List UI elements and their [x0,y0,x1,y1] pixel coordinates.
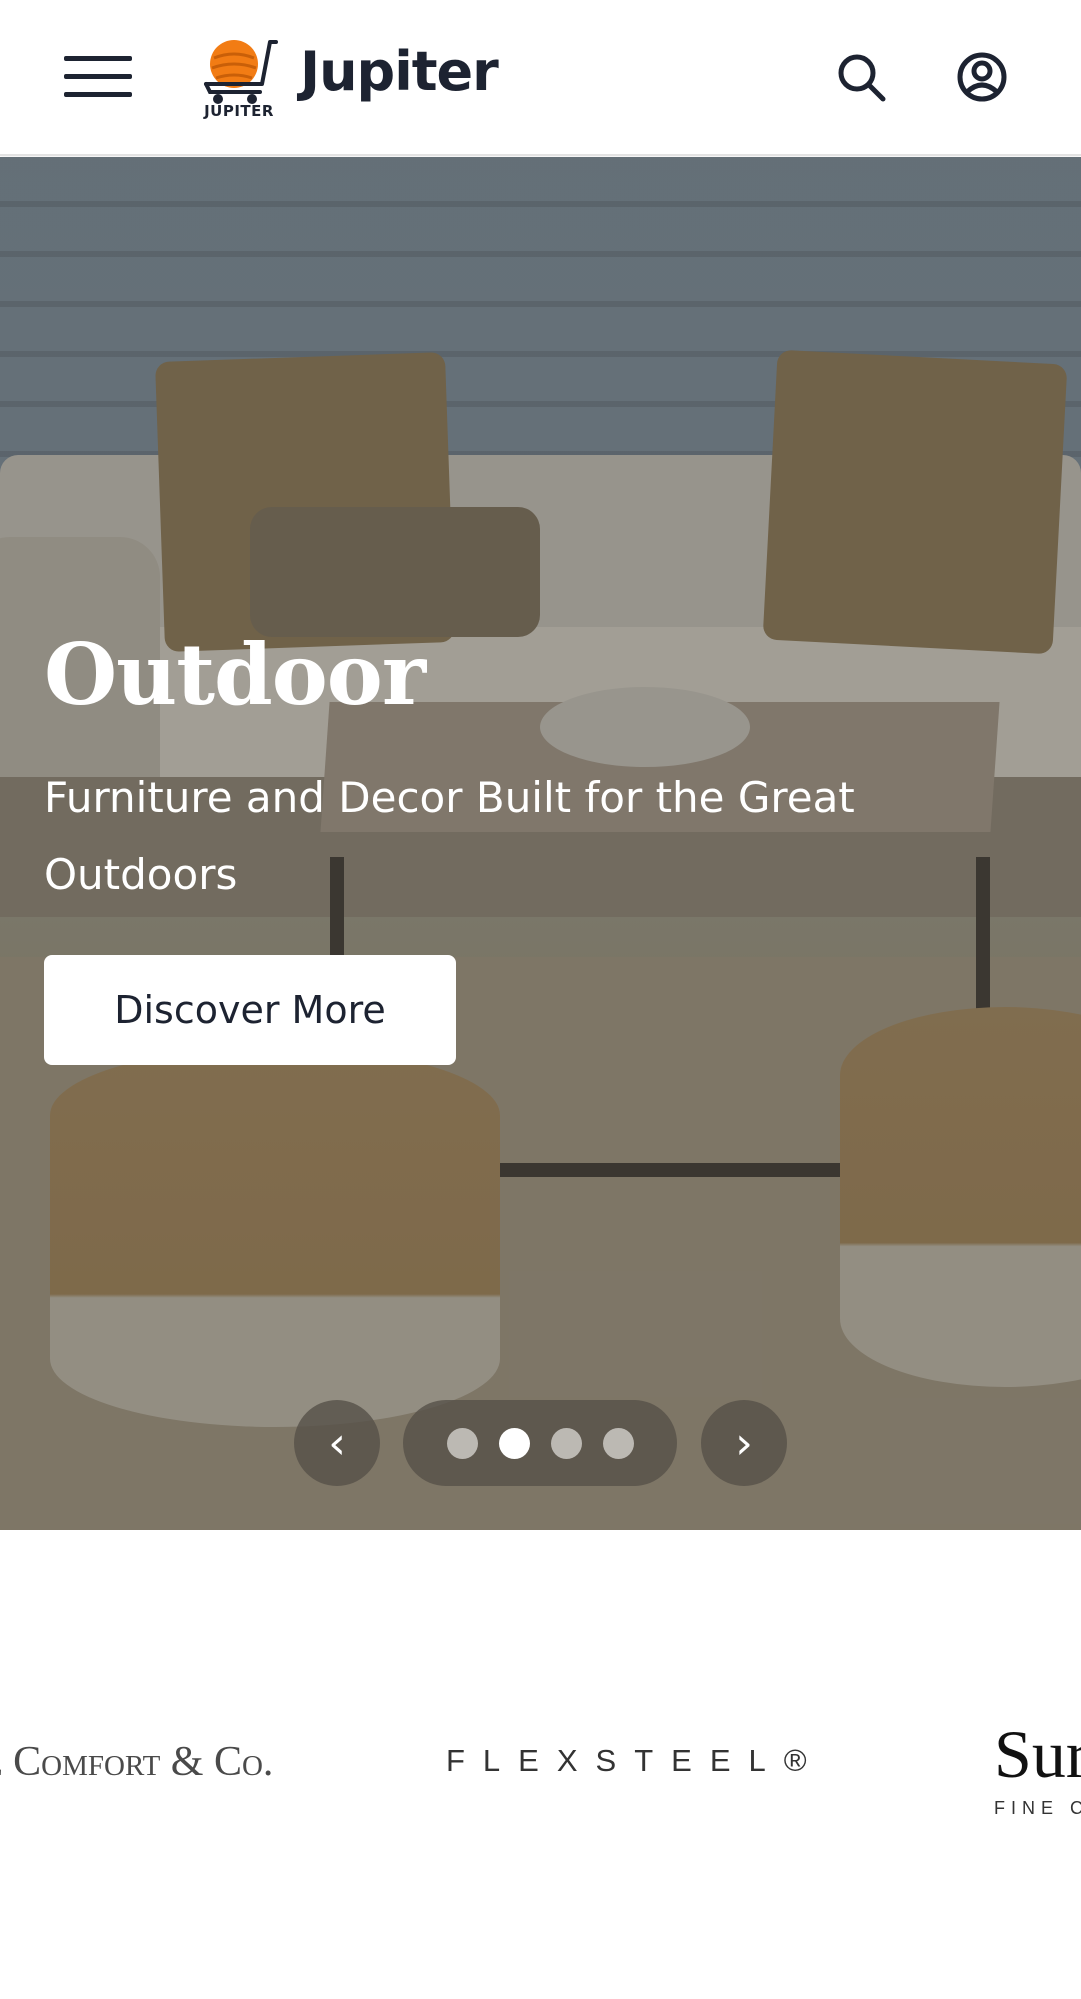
logo[interactable]: JUPITER [200,36,278,120]
brand-logo-strip: al Comfort & Co. FLEXSTEEL® Sur FINE C [0,1530,1081,1999]
brand-logo-third[interactable]: Sur [994,1715,1081,1794]
brand-logo-third-subtext: FINE C [994,1798,1081,1818]
shopping-cart-logo-icon [204,40,278,104]
brand-logo-visual-comfort[interactable]: al Comfort & Co. [0,1738,273,1786]
discover-more-button[interactable]: Discover More [44,955,456,1065]
hero-subtitle: Furniture and Decor Built for the Great … [44,773,855,899]
hero-slider: Outdoor Furniture and Decor Built for th… [0,157,1081,1530]
menu-bar [64,56,132,61]
hamburger-menu-icon[interactable] [64,54,132,98]
slide-dot-active[interactable] [498,1427,530,1459]
slide-dot[interactable] [446,1427,478,1459]
slide-dot[interactable] [550,1427,582,1459]
logo-text: JUPITER [204,102,274,120]
chevron-left-icon: ‹ [328,1417,346,1469]
menu-bar [64,92,132,97]
chevron-right-icon: › [735,1417,753,1469]
slide-pagination [403,1400,677,1486]
brand-name[interactable]: Jupiter [300,40,499,103]
search-icon[interactable] [834,50,888,104]
previous-slide-button[interactable]: ‹ [294,1400,380,1486]
site-header: JUPITER Jupiter [0,0,1081,156]
hero-title: Outdoor [44,625,426,724]
slide-dot[interactable] [602,1427,634,1459]
menu-bar [64,74,132,79]
next-slide-button[interactable]: › [701,1400,787,1486]
brand-logo-flexsteel[interactable]: FLEXSTEEL® [446,1743,825,1779]
user-account-icon[interactable] [955,50,1009,104]
